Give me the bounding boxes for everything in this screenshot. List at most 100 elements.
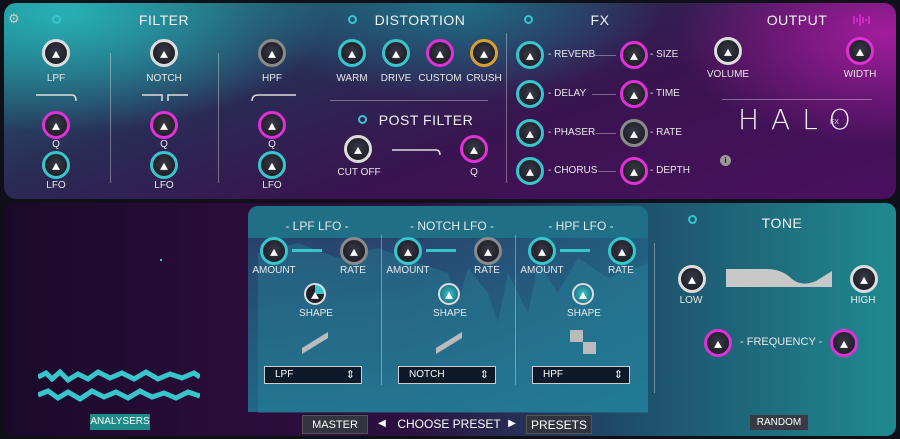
hpf-lfo-target-select[interactable]: HPF xyxy=(532,366,630,384)
logo-text: HALO xyxy=(738,103,863,136)
notch-lfo-shape-label: SHAPE xyxy=(433,308,467,319)
filter-power-icon[interactable] xyxy=(52,15,61,24)
info-icon[interactable]: i xyxy=(720,155,731,166)
lpf-lfo-amount-knob[interactable] xyxy=(260,237,288,265)
reverb-label: - REVERB xyxy=(548,49,596,60)
notch-q-knob[interactable] xyxy=(150,111,178,139)
notch-lfo-knob[interactable] xyxy=(150,151,178,179)
lpf-lfo-link xyxy=(292,249,322,252)
divider xyxy=(506,33,507,183)
notch-lfo-rate-label: RATE xyxy=(474,265,500,276)
lpf-lfo-knob[interactable] xyxy=(42,151,70,179)
warm-knob[interactable] xyxy=(338,39,366,67)
custom-knob[interactable] xyxy=(426,39,454,67)
high-label: HIGH xyxy=(850,295,876,306)
time-knob[interactable] xyxy=(620,80,648,108)
depth-label: - DEPTH xyxy=(650,165,690,176)
notch-lfo-rate-knob[interactable] xyxy=(474,237,502,265)
width-knob[interactable] xyxy=(846,37,874,65)
notch-lfo-shape-knob[interactable] xyxy=(438,283,460,305)
low-frequency-knob[interactable] xyxy=(704,329,732,357)
drive-label: DRIVE xyxy=(380,73,412,84)
ramp-shape-icon xyxy=(436,332,462,354)
post-filter-q-label: Q xyxy=(470,167,478,178)
notch-lfo-amount-label: AMOUNT xyxy=(386,265,430,276)
analyser-dot xyxy=(160,259,162,261)
hpf-lfo-shape-label: SHAPE xyxy=(567,308,601,319)
post-filter-q-knob[interactable] xyxy=(460,135,488,163)
presets-button[interactable]: PRESETS xyxy=(526,415,592,434)
post-filter-power-icon[interactable] xyxy=(358,115,367,124)
size-knob[interactable] xyxy=(620,41,648,69)
divider xyxy=(515,235,516,385)
tone-power-icon[interactable] xyxy=(688,215,697,224)
lpf-lfo-rate-label: RATE xyxy=(340,265,366,276)
cutoff-knob[interactable] xyxy=(344,135,372,163)
output-title: OUTPUT xyxy=(766,12,828,28)
rate-label: - RATE xyxy=(650,127,683,138)
high-knob[interactable] xyxy=(850,265,878,293)
reverb-knob[interactable] xyxy=(516,41,544,69)
crush-knob[interactable] xyxy=(470,39,498,67)
random-button[interactable]: RANDOM xyxy=(750,415,808,430)
next-preset-button[interactable]: ▶ xyxy=(504,415,520,434)
divider xyxy=(722,99,872,100)
drive-knob[interactable] xyxy=(382,39,410,67)
lpf-lfo-title: - LPF LFO - xyxy=(285,219,349,233)
hpf-curve-icon xyxy=(251,94,296,102)
lpf-lfo-rate-knob[interactable] xyxy=(340,237,368,265)
lpf-lfo-target-select[interactable]: LPF xyxy=(264,366,362,384)
hpf-lfo-title: - HPF LFO - xyxy=(548,219,614,233)
width-label: WIDTH xyxy=(843,69,877,80)
notch-lfo-amount-knob[interactable] xyxy=(394,237,422,265)
preset-name[interactable]: CHOOSE PRESET xyxy=(396,415,502,434)
custom-label: CUSTOM xyxy=(418,73,462,84)
phaser-knob[interactable] xyxy=(516,119,544,147)
chorus-knob[interactable] xyxy=(516,157,544,185)
lpf-knob[interactable] xyxy=(42,39,70,67)
divider xyxy=(330,100,488,101)
cutoff-label: CUT OFF xyxy=(337,167,381,178)
hpf-lfo-rate-knob[interactable] xyxy=(608,237,636,265)
analysers-button[interactable]: ANALYSERS xyxy=(90,414,150,430)
hpf-q-knob[interactable] xyxy=(258,111,286,139)
notch-lfo-target-select[interactable]: NOTCH xyxy=(398,366,496,384)
chorus-label: - CHORUS xyxy=(548,165,598,176)
rate-knob[interactable] xyxy=(620,119,648,147)
delay-knob[interactable] xyxy=(516,80,544,108)
fx-power-icon[interactable] xyxy=(524,15,533,24)
master-eq-button[interactable]: MASTER EQ xyxy=(302,415,368,434)
hpf-lfo-knob[interactable] xyxy=(258,151,286,179)
hpf-lfo-shape-knob[interactable] xyxy=(572,283,594,305)
lpf-q-knob[interactable] xyxy=(42,111,70,139)
size-label: - SIZE xyxy=(650,49,679,60)
divider xyxy=(596,133,616,134)
volume-knob[interactable] xyxy=(714,37,742,65)
notch-q-label: Q xyxy=(160,139,168,150)
tone-curve xyxy=(726,269,832,287)
notch-lfo-label: LFO xyxy=(154,180,174,191)
notch-knob[interactable] xyxy=(150,39,178,67)
hpf-knob[interactable] xyxy=(258,39,286,67)
prev-preset-button[interactable]: ◀ xyxy=(374,415,390,434)
hpf-lfo-amount-knob[interactable] xyxy=(528,237,556,265)
bottom-panel: ANALYSERS - LPF LFO - - NOTCH LFO - - HP… xyxy=(4,203,896,436)
low-knob[interactable] xyxy=(678,265,706,293)
waveform-icon[interactable] xyxy=(850,13,870,27)
notch-lfo-title: - NOTCH LFO - xyxy=(410,219,494,233)
notch-lfo-link xyxy=(426,249,456,252)
divider xyxy=(110,53,111,183)
gear-icon[interactable]: ⚙ xyxy=(8,11,20,27)
time-label: - TIME xyxy=(650,88,680,99)
notch-label: NOTCH xyxy=(146,73,182,84)
depth-knob[interactable] xyxy=(620,157,648,185)
lpf-curve-icon xyxy=(36,94,77,102)
high-frequency-knob[interactable] xyxy=(830,329,858,357)
logo: HALO FX xyxy=(738,103,868,139)
distortion-power-icon[interactable] xyxy=(348,15,357,24)
divider xyxy=(594,55,616,56)
hpf-lfo-link xyxy=(560,249,590,252)
lpf-lfo-shape-knob[interactable] xyxy=(304,283,326,305)
tone-title: TONE xyxy=(761,215,803,231)
notch-curve-icon xyxy=(142,94,188,101)
